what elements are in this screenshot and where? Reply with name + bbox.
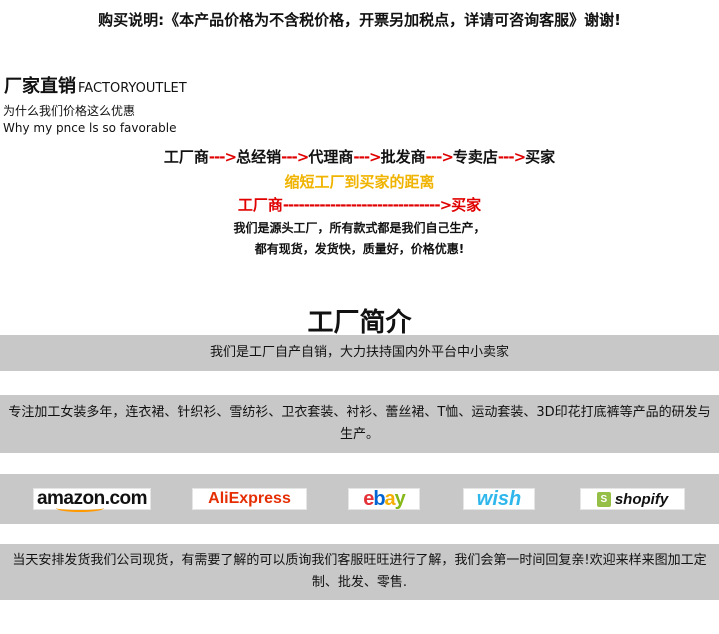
amazon-logo: amazon.com (33, 488, 151, 512)
brand-title-en: FACTORYOUTLET (78, 81, 187, 96)
ebay-letter: e (363, 487, 374, 510)
factory-intro-title: 工厂简介 (307, 308, 412, 338)
chain-step: 批发商 (380, 148, 426, 166)
desc-line-2: 都有现货，发货快，质量好，价格优惠! (254, 242, 465, 256)
direct-arrow: ------------------------------> (282, 196, 452, 214)
chain-arrow: ---> (497, 148, 526, 166)
slogan: 缩短工厂到买家的距离 (284, 173, 435, 191)
direct-chain: 工厂商------------------------------>买家 (0, 194, 719, 215)
why-cheap-cn: 为什么我们价格这么优惠 (3, 104, 136, 118)
aliexpress-logo-text: AliExpress (208, 490, 291, 507)
shopify-logo-text: shopify (614, 490, 669, 508)
intro-band-4: 当天安排发货我们公司现货，有需要了解的可以质询我们客服旺旺进行了解，我们会第一时… (0, 544, 719, 600)
intro-band-1: 我们是工厂自产自销，大力扶持国内外平台中小卖家 (0, 335, 719, 371)
amazon-smile-icon (56, 504, 104, 512)
distribution-chain: 工厂商--->总经销--->代理商--->批发商--->专卖店--->买家 (0, 146, 719, 167)
brand-heading: 厂家直销 FACTORYOUTLET (4, 72, 187, 98)
wish-logo: wish (463, 488, 535, 510)
chain-arrow: ---> (425, 148, 454, 166)
desc-line-1: 我们是源头工厂，所有款式都是我们自己生产， (233, 221, 486, 235)
ebay-letter: a (384, 487, 396, 510)
chain-arrow: ---> (208, 148, 237, 166)
chain-step: 买家 (525, 148, 556, 166)
ebay-letter: y (394, 487, 406, 510)
chain-step: 工厂商 (163, 148, 209, 166)
ebay-letter: b (373, 487, 385, 510)
chain-arrow: ---> (281, 148, 309, 166)
intro-band-4-text: 当天安排发货我们公司现货，有需要了解的可以质询我们客服旺旺进行了解，我们会第一时… (12, 553, 707, 590)
chain-step: 代理商 (308, 148, 354, 166)
aliexpress-logo: AliExpress (192, 488, 307, 510)
direct-from: 工厂商 (237, 196, 283, 214)
ebay-logo: ebay (348, 488, 420, 510)
platform-logos-band: amazon.com AliExpress ebay wish Sshopify (0, 474, 719, 524)
shopify-bag-icon: S (596, 491, 611, 507)
why-cheap-en: Why my pnce ls so favorable (3, 121, 177, 135)
intro-band-2-text: 专注加工女装多年，连衣裙、针织衫、雪纺衫、卫衣套装、衬衫、蕾丝裙、T恤、运动套装… (8, 405, 711, 442)
wish-logo-text: wish (476, 487, 522, 510)
shopify-logo: Sshopify (580, 488, 685, 510)
chain-step: 专卖店 (452, 148, 498, 166)
purchase-notice: 购买说明:《本产品价格为不含税价格，开票另加税点，详请可咨询客服》谢谢! (98, 11, 621, 29)
intro-band-2: 专注加工女装多年，连衣裙、针织衫、雪纺衫、卫衣套装、衬衫、蕾丝裙、T恤、运动套装… (0, 395, 719, 453)
brand-title-cn: 厂家直销 (4, 76, 76, 97)
chain-arrow: ---> (353, 148, 381, 166)
chain-step: 总经销 (236, 148, 282, 166)
direct-to: 买家 (451, 196, 482, 214)
